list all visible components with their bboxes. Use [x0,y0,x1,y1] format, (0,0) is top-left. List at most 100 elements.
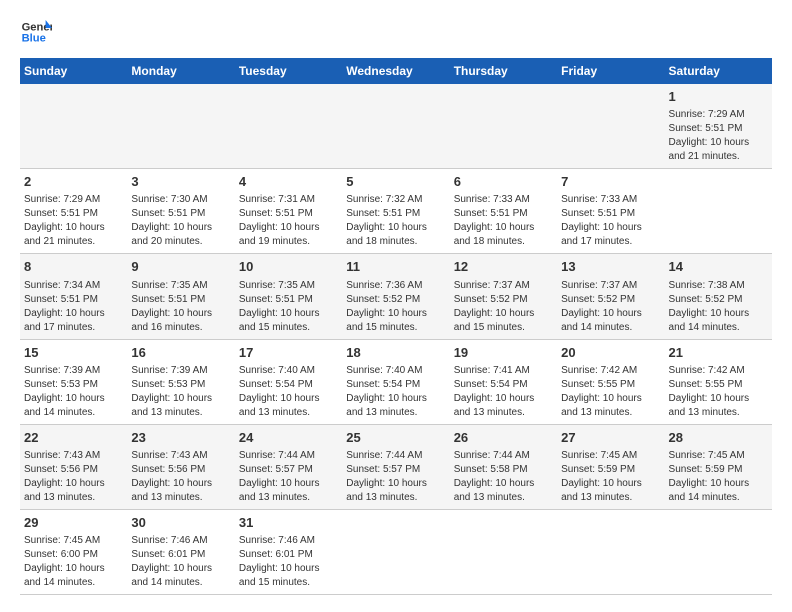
cell-content-line: Sunset: 5:51 PM [454,207,553,221]
calendar-cell: 26Sunrise: 7:44 AMSunset: 5:58 PMDayligh… [450,424,557,509]
cell-content-line: Sunset: 5:54 PM [239,378,338,392]
cell-content-line: Sunset: 5:51 PM [561,207,660,221]
cell-content-line: Sunset: 5:53 PM [24,378,123,392]
calendar-cell: 1Sunrise: 7:29 AMSunset: 5:51 PMDaylight… [665,84,772,169]
calendar-cell: 19Sunrise: 7:41 AMSunset: 5:54 PMDayligh… [450,339,557,424]
cell-content-line: Sunrise: 7:29 AM [669,108,768,122]
logo-icon: General Blue [20,16,52,48]
cell-content-line: Sunset: 5:54 PM [454,378,553,392]
day-number: 6 [454,173,553,191]
day-number: 22 [24,429,123,447]
cell-content-line: Sunrise: 7:45 AM [561,449,660,463]
calendar-cell [235,84,342,169]
day-number: 28 [669,429,768,447]
cell-content-line: Sunrise: 7:46 AM [239,534,338,548]
cell-content-line: Sunrise: 7:43 AM [131,449,230,463]
calendar-week-3: 8Sunrise: 7:34 AMSunset: 5:51 PMDaylight… [20,254,772,339]
cell-content-line: Daylight: 10 hours and 17 minutes. [561,221,660,249]
cell-content-line: Sunrise: 7:32 AM [346,193,445,207]
calendar-cell: 4Sunrise: 7:31 AMSunset: 5:51 PMDaylight… [235,169,342,254]
cell-content-line: Sunrise: 7:30 AM [131,193,230,207]
cell-content-line: Daylight: 10 hours and 13 minutes. [454,477,553,505]
day-number: 23 [131,429,230,447]
cell-content-line: Sunset: 5:51 PM [669,122,768,136]
cell-content-line: Daylight: 10 hours and 18 minutes. [346,221,445,249]
calendar-cell: 2Sunrise: 7:29 AMSunset: 5:51 PMDaylight… [20,169,127,254]
header-day-tuesday: Tuesday [235,58,342,84]
calendar-cell [665,169,772,254]
cell-content-line: Sunrise: 7:46 AM [131,534,230,548]
calendar-cell: 31Sunrise: 7:46 AMSunset: 6:01 PMDayligh… [235,509,342,594]
day-number: 8 [24,258,123,276]
cell-content-line: Daylight: 10 hours and 13 minutes. [131,392,230,420]
cell-content-line: Sunset: 5:54 PM [346,378,445,392]
cell-content-line: Daylight: 10 hours and 20 minutes. [131,221,230,249]
cell-content-line: Sunset: 5:57 PM [239,463,338,477]
calendar-cell: 9Sunrise: 7:35 AMSunset: 5:51 PMDaylight… [127,254,234,339]
day-number: 15 [24,344,123,362]
day-number: 7 [561,173,660,191]
day-number: 9 [131,258,230,276]
cell-content-line: Daylight: 10 hours and 14 minutes. [24,392,123,420]
cell-content-line: Sunrise: 7:45 AM [24,534,123,548]
day-number: 25 [346,429,445,447]
calendar-cell: 30 Sunrise: 7:46 AMSunset: 6:01 PMDayligh… [127,509,234,594]
cell-content-line: Sunrise: 7:45 AM [669,449,768,463]
calendar-cell: 13Sunrise: 7:37 AMSunset: 5:52 PMDayligh… [557,254,664,339]
calendar-header-row: SundayMondayTuesdayWednesdayThursdayFrid… [20,58,772,84]
cell-content-line: Daylight: 10 hours and 19 minutes. [239,221,338,249]
logo: General Blue [20,16,56,48]
day-number: 24 [239,429,338,447]
cell-content-line: Daylight: 10 hours and 18 minutes. [454,221,553,249]
calendar-cell: 14Sunrise: 7:38 AMSunset: 5:52 PMDayligh… [665,254,772,339]
calendar-cell: 20Sunrise: 7:42 AMSunset: 5:55 PMDayligh… [557,339,664,424]
day-number: 4 [239,173,338,191]
calendar-cell [342,509,449,594]
cell-content-line: Sunrise: 7:39 AM [24,364,123,378]
cell-content-line: Sunset: 5:58 PM [454,463,553,477]
cell-content-line: Daylight: 10 hours and 13 minutes. [239,477,338,505]
cell-content-line: Daylight: 10 hours and 13 minutes. [239,392,338,420]
cell-content-line: Sunset: 5:53 PM [131,378,230,392]
cell-content-line: Sunset: 5:52 PM [669,293,768,307]
calendar-cell: 5Sunrise: 7:32 AMSunset: 5:51 PMDaylight… [342,169,449,254]
cell-content-line: Sunrise: 7:33 AM [454,193,553,207]
cell-content-line: Sunset: 6:01 PM [131,548,230,562]
calendar-week-6: 29Sunrise: 7:45 AMSunset: 6:00 PMDayligh… [20,509,772,594]
cell-content-line: Daylight: 10 hours and 14 minutes. [131,562,230,590]
calendar-cell: 12Sunrise: 7:37 AMSunset: 5:52 PMDayligh… [450,254,557,339]
day-number: 2 [24,173,123,191]
cell-content-line: Sunset: 5:51 PM [24,207,123,221]
cell-content-line: Sunrise: 7:35 AM [239,279,338,293]
cell-content-line: Sunset: 5:56 PM [131,463,230,477]
calendar-cell: 29Sunrise: 7:45 AMSunset: 6:00 PMDayligh… [20,509,127,594]
cell-content-line: Daylight: 10 hours and 13 minutes. [131,477,230,505]
calendar-cell: 3Sunrise: 7:30 AMSunset: 5:51 PMDaylight… [127,169,234,254]
cell-content-line: Sunset: 5:59 PM [561,463,660,477]
day-number: 18 [346,344,445,362]
calendar-cell: 22Sunrise: 7:43 AMSunset: 5:56 PMDayligh… [20,424,127,509]
header-day-saturday: Saturday [665,58,772,84]
calendar-cell: 15 Sunrise: 7:39 AMSunset: 5:53 PMDayligh… [20,339,127,424]
day-number: 30 [131,514,230,532]
calendar-cell: 23 Sunrise: 7:43 AMSunset: 5:56 PMDayligh… [127,424,234,509]
cell-content-line: Daylight: 10 hours and 13 minutes. [346,392,445,420]
cell-content-line: Sunset: 5:56 PM [24,463,123,477]
calendar-cell [342,84,449,169]
cell-content-line: Sunset: 6:00 PM [24,548,123,562]
cell-content-line: Daylight: 10 hours and 14 minutes. [669,307,768,335]
cell-content-line: Daylight: 10 hours and 15 minutes. [454,307,553,335]
day-number: 14 [669,258,768,276]
calendar-cell: 25Sunrise: 7:44 AMSunset: 5:57 PMDayligh… [342,424,449,509]
calendar-table: SundayMondayTuesdayWednesdayThursdayFrid… [20,58,772,595]
day-number: 13 [561,258,660,276]
cell-content-line: Sunrise: 7:29 AM [24,193,123,207]
cell-content-line: Sunset: 5:52 PM [454,293,553,307]
day-number: 16 [131,344,230,362]
calendar-cell: 18Sunrise: 7:40 AMSunset: 5:54 PMDayligh… [342,339,449,424]
calendar-week-4: 15Sunrise: 7:39 AMSunset: 5:53 PMDayligh… [20,339,772,424]
calendar-cell [450,84,557,169]
cell-content-line: Sunrise: 7:37 AM [454,279,553,293]
cell-content-line: Sunrise: 7:40 AM [239,364,338,378]
cell-content-line: Daylight: 10 hours and 15 minutes. [239,562,338,590]
